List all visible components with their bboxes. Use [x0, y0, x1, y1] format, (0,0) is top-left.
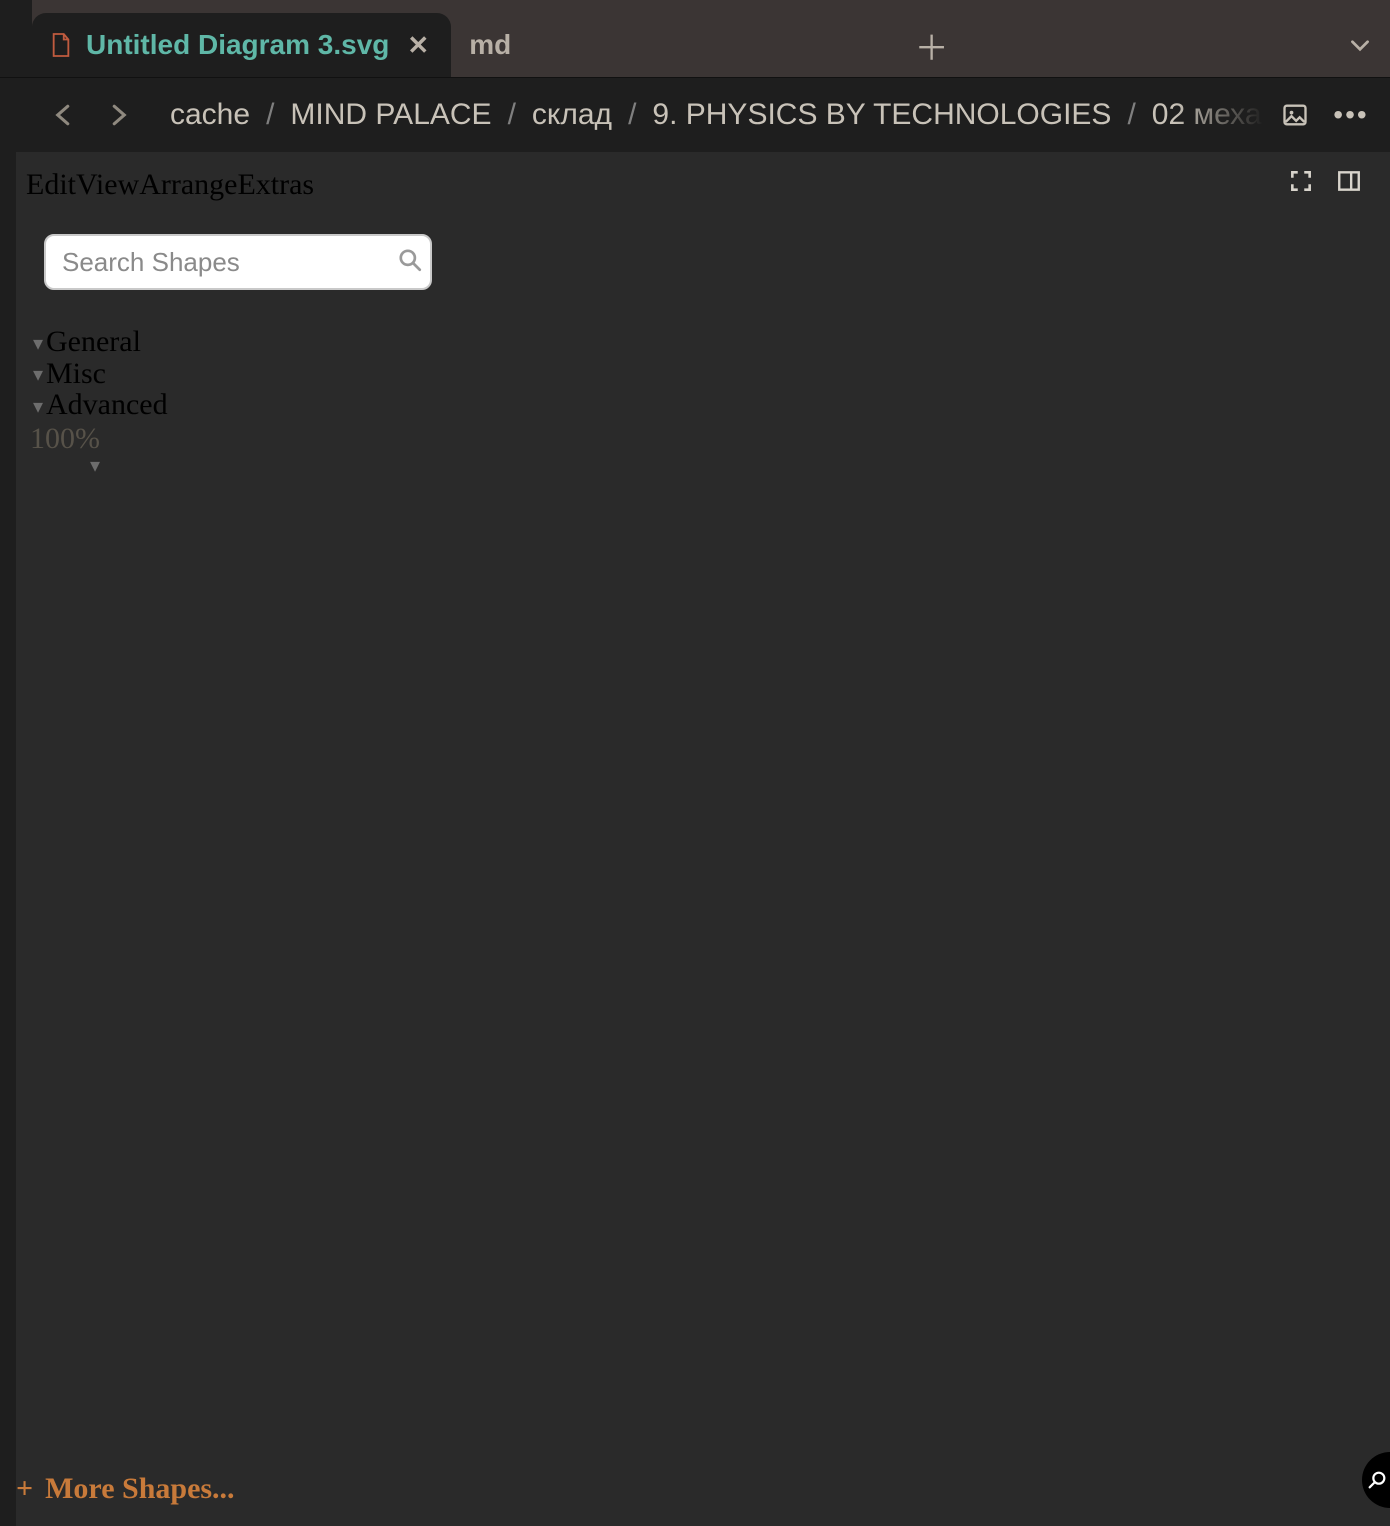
- fullscreen-button[interactable]: [1286, 166, 1316, 196]
- shape-group-list: ▾General ▾Misc ▾Advanced: [30, 326, 168, 421]
- search-fab[interactable]: [1362, 1452, 1390, 1508]
- plus-icon: +: [16, 1472, 33, 1506]
- breadcrumb-item[interactable]: склад: [532, 98, 612, 132]
- breadcrumb-sep: /: [1121, 98, 1141, 132]
- tab-bar: Untitled Diagram 3.svg ✕ md ＋: [0, 0, 1390, 78]
- breadcrumb-sep: /: [260, 98, 280, 132]
- plus-icon: ＋: [915, 21, 949, 70]
- menu-extras[interactable]: Extras: [237, 168, 314, 201]
- shape-group-label: General: [46, 326, 141, 358]
- zoom-control[interactable]: 100% ▾: [30, 422, 100, 476]
- chevron-down-icon: [1347, 32, 1373, 58]
- breadcrumb-item[interactable]: cache: [170, 98, 250, 132]
- search-input[interactable]: [62, 247, 397, 278]
- zoom-value: 100%: [30, 422, 100, 455]
- shape-group-misc[interactable]: ▾Misc: [30, 358, 168, 390]
- nav-row: cache / MIND PALACE / склад / 9. PHYSICS…: [0, 78, 1390, 152]
- breadcrumb-sep: /: [622, 98, 642, 132]
- menu-edit[interactable]: Edit: [26, 168, 76, 201]
- tab-inactive-label: md: [469, 29, 511, 61]
- collapse-icon: ▾: [30, 397, 46, 417]
- nav-forward-button[interactable]: [98, 95, 138, 135]
- ellipsis-icon: •••: [1333, 99, 1368, 131]
- editor-top-right: [1286, 166, 1364, 196]
- diagram-menubar: EditViewArrangeExtras: [26, 168, 314, 202]
- arrow-left-icon: [49, 100, 79, 130]
- more-options-button[interactable]: •••: [1334, 98, 1368, 132]
- menu-view[interactable]: View: [76, 168, 139, 201]
- editor-area: EditViewArrangeExtras ▾General ▾Misc ▾A: [0, 152, 1390, 1526]
- close-icon[interactable]: ✕: [407, 32, 429, 58]
- panel-toggle-button[interactable]: [1334, 166, 1364, 196]
- collapse-icon: ▾: [30, 334, 46, 354]
- search-icon: [1366, 1469, 1388, 1491]
- tab-inactive[interactable]: md: [451, 13, 533, 77]
- panel-icon: [1336, 168, 1362, 194]
- more-shapes-label: More Shapes...: [45, 1472, 234, 1506]
- image-icon: [1281, 101, 1309, 129]
- menu-arrange[interactable]: Arrange: [139, 168, 237, 201]
- shape-group-label: Advanced: [46, 389, 168, 421]
- breadcrumb-item[interactable]: 02 механика: [1152, 98, 1264, 132]
- breadcrumb: cache / MIND PALACE / склад / 9. PHYSICS…: [152, 98, 1264, 132]
- tab-active-label: Untitled Diagram 3.svg: [86, 29, 389, 61]
- collapse-icon: ▾: [30, 365, 46, 385]
- search-icon: [397, 247, 423, 278]
- shape-search[interactable]: [44, 234, 432, 290]
- shape-group-label: Misc: [46, 358, 106, 390]
- shape-group-general[interactable]: ▾General: [30, 326, 168, 358]
- new-tab-button[interactable]: ＋: [533, 13, 1330, 77]
- breadcrumb-item[interactable]: MIND PALACE: [290, 98, 491, 132]
- tabbar-gutter: [0, 0, 32, 77]
- fullscreen-icon: [1288, 168, 1314, 194]
- more-shapes-button[interactable]: + More Shapes...: [16, 1472, 235, 1506]
- chevron-down-icon: ▾: [90, 456, 100, 476]
- shape-group-advanced[interactable]: ▾Advanced: [30, 389, 168, 421]
- arrow-right-icon: [103, 100, 133, 130]
- file-icon: [50, 32, 72, 58]
- image-view-button[interactable]: [1278, 98, 1312, 132]
- tab-active[interactable]: Untitled Diagram 3.svg ✕: [32, 13, 451, 77]
- nav-right-actions: •••: [1278, 98, 1376, 132]
- breadcrumb-sep: /: [502, 98, 522, 132]
- nav-back-button[interactable]: [44, 95, 84, 135]
- tab-overflow-button[interactable]: [1330, 13, 1390, 77]
- breadcrumb-item[interactable]: 9. PHYSICS BY TECHNOLOGIES: [652, 98, 1111, 132]
